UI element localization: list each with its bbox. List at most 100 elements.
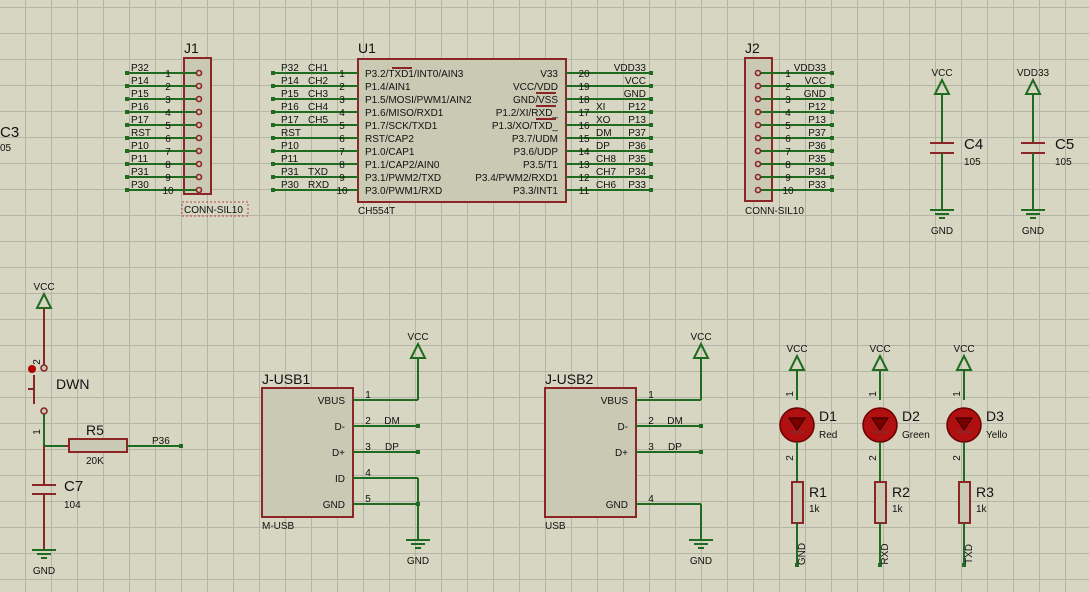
vcc-label: VCC (869, 344, 890, 355)
u1-right-net-label: P33 (628, 180, 646, 191)
u1-right-ext-label: DP (596, 141, 610, 152)
u1-left-pin-name: P1.0/CAP1 (365, 147, 415, 158)
led-ref: D3 (986, 408, 1004, 424)
j1-pin-number: 7 (165, 147, 171, 158)
u1-left-net-label: P10 (281, 141, 299, 152)
u1-right-pin-number: 16 (578, 121, 590, 132)
schematic-canvas[interactable]: C305J1P321P142P153P164P175RST6P107P118P3… (0, 0, 1089, 592)
u1-right-ext-label: CH7 (596, 167, 616, 178)
u1-left-ext-label: CH1 (308, 63, 328, 74)
u1-left-pin-number: 5 (339, 121, 345, 132)
j1-pin-number: 8 (165, 160, 171, 171)
u1-left-net-label: P16 (281, 102, 299, 113)
j2-net-label: P34 (808, 167, 826, 178)
c7-ref: C7 (64, 478, 83, 495)
u1-left-net-label: P14 (281, 76, 299, 87)
resistor-value: 1k (976, 504, 988, 515)
j1-net-label: P10 (131, 141, 149, 152)
usb-ref: J-USB1 (262, 371, 310, 387)
u1-left-pin-name: RST/CAP2 (365, 134, 414, 145)
j2-ref: J2 (745, 40, 760, 56)
u1-left-pin-number: 9 (339, 173, 345, 184)
u1-left-net-label: P30 (281, 180, 299, 191)
led-indicator-1[interactable]: VCC 1 2 D1 Red R1 1k GND (779, 344, 837, 567)
switch-dwn-label: DWN (56, 376, 89, 392)
j2-pin-number: 7 (785, 147, 791, 158)
j2-pin-number: 6 (785, 134, 791, 145)
u1-left-ext-label: CH4 (308, 102, 328, 113)
capacitor-c3[interactable]: C305 (0, 124, 19, 154)
u1-left-pin-name: P3.2/TXD1/INT0/AIN3 (365, 69, 464, 80)
led-net-label: RXD (880, 543, 891, 564)
u1-left-pin-number: 8 (339, 160, 345, 171)
j2-net-label: P13 (808, 115, 826, 126)
j1-pin-number: 6 (165, 134, 171, 145)
u1-left-pin-number: 3 (339, 95, 345, 106)
connector-j2[interactable]: J2 1VDD332 VCC 3 GND 4 P12 5 P13 6 P37 7 P36 8 P35 9 P34… (744, 40, 834, 217)
vcc-label: VCC (786, 344, 807, 355)
u1-right-pin-name: P1.2/XI/RXD_ (496, 108, 559, 119)
u1-right-pin-number: 18 (578, 95, 590, 106)
led-indicator-2[interactable]: VCC 1 2 D2 Green R2 1k RXD (862, 344, 930, 567)
usb-net-label: DP (668, 442, 682, 453)
u1-right-net-label: P13 (628, 115, 646, 126)
j1-type: CONN-SIL10 (184, 205, 243, 216)
u1-right-ext-label: XI (596, 102, 605, 113)
u1-right-pin-name: P3.3/INT1 (513, 186, 558, 197)
gnd-label: GND (690, 556, 712, 567)
j1-ref: J1 (184, 40, 199, 56)
usb-pin-number: 3 (365, 442, 371, 453)
led-pin1: 1 (868, 391, 879, 397)
led-indicator-3[interactable]: VCC 1 2 D3 Yello R3 1k TXD (946, 344, 1008, 567)
usb-type: M-USB (262, 521, 295, 532)
cap-value: 105 (1055, 157, 1072, 168)
usb-pin-number: 3 (648, 442, 654, 453)
chip-u1[interactable]: U1 CH554T P32 CH1 1 P3.2/TXD1/INT0/AIN3 P14 CH2… (271, 40, 653, 217)
u1-right-pin-number: 19 (578, 82, 590, 93)
j2-pin-number: 1 (785, 69, 791, 80)
led-net-label: TXD (964, 544, 975, 564)
c3-value: 05 (0, 143, 12, 154)
resistor-ref: R2 (892, 484, 910, 500)
j2-net-label: P12 (808, 102, 826, 113)
usb-ref: J-USB2 (545, 371, 593, 387)
u1-left-pin-name: P1.4/AIN1 (365, 82, 411, 93)
vcc-label: VCC (690, 332, 711, 343)
u1-right-net-label: VCC (625, 76, 646, 87)
j2-net-label: P37 (808, 128, 826, 139)
u1-right-ext-label: XO (596, 115, 611, 126)
u1-right-pin-number: 13 (578, 160, 590, 171)
j1-net-label: P14 (131, 76, 149, 87)
sw-pin2: 2 (32, 359, 43, 365)
led-ref: D1 (819, 408, 837, 424)
u1-right-net-label: VDD33 (614, 63, 647, 74)
u1-left-pin-number: 7 (339, 147, 345, 158)
capacitor-c4[interactable]: VCC C4 105 GND (930, 68, 983, 237)
led-color: Green (902, 430, 930, 441)
vcc-label: VDD33 (1017, 68, 1050, 79)
gnd-label: GND (407, 556, 429, 567)
j2-net-label: VDD33 (794, 63, 827, 74)
j1-pin-number: 4 (165, 108, 171, 119)
usb-pin-name: GND (606, 500, 628, 511)
led-pin1: 1 (785, 391, 796, 397)
j2-pin-number: 2 (785, 82, 791, 93)
usb-pin-number: 1 (365, 390, 371, 401)
u1-left-pin-name: P3.1/PWM2/TXD (365, 173, 441, 184)
usb-type: USB (545, 521, 566, 532)
j1-net-label: P15 (131, 89, 149, 100)
u1-left-ext-label: CH3 (308, 89, 328, 100)
gnd-label: GND (1022, 226, 1044, 237)
usb-pin-name: D- (617, 422, 628, 433)
usb-pin-name: ID (335, 474, 345, 485)
cap-ref: C4 (964, 136, 983, 153)
usb-pin-number: 2 (365, 416, 371, 427)
u1-ref: U1 (358, 40, 376, 56)
j2-pin-number: 10 (782, 186, 794, 197)
resistor-value: 1k (809, 504, 821, 515)
gnd-label: GND (33, 566, 55, 577)
led-pin2: 2 (952, 455, 963, 461)
u1-left-ext-label: TXD (308, 167, 328, 178)
usb-pin-name: VBUS (601, 396, 629, 407)
j1-net-label: P16 (131, 102, 149, 113)
